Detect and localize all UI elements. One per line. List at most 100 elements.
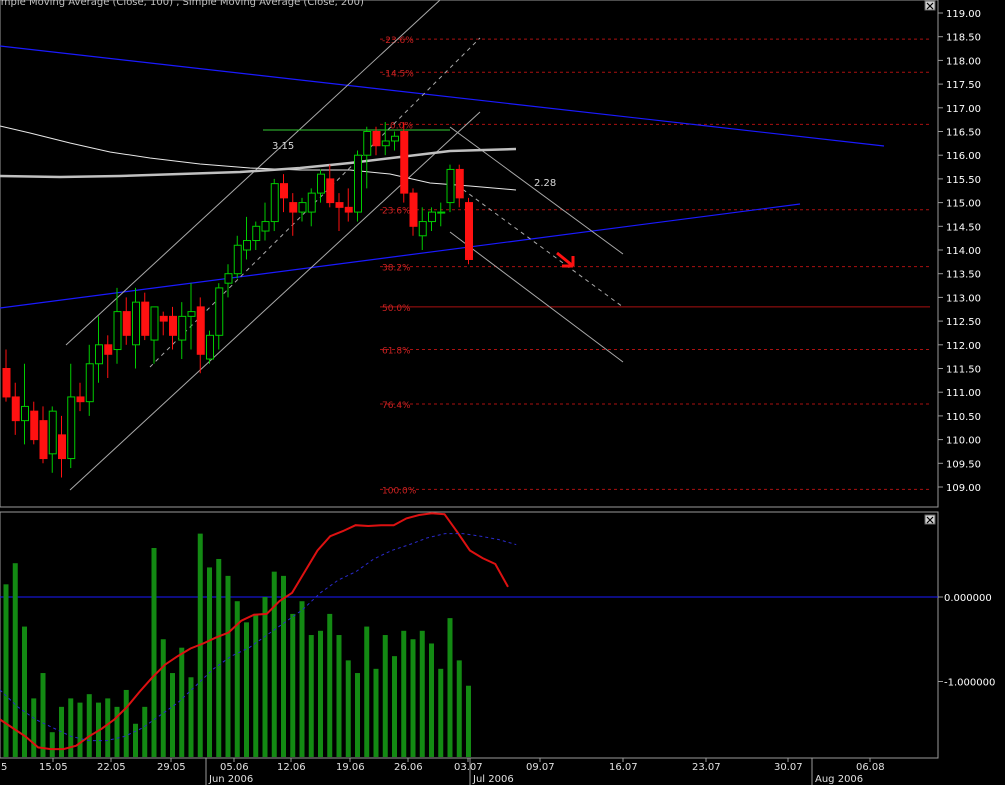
time-axis-label: 03.07 bbox=[454, 762, 483, 773]
candle bbox=[354, 150, 362, 222]
histogram-bar bbox=[336, 635, 342, 757]
price-axis-label: 116.00 bbox=[946, 151, 981, 162]
price-axis-label: 119.00 bbox=[946, 9, 981, 20]
histogram-bar bbox=[31, 698, 37, 757]
candle-body bbox=[418, 221, 427, 237]
fib-level-label: 76.4% bbox=[382, 401, 411, 411]
indicator-axis-label: 0.000000 bbox=[944, 593, 992, 604]
price-axis-label: 113.00 bbox=[946, 293, 981, 304]
price-panel-close-button[interactable] bbox=[924, 0, 936, 11]
price-axis-label: 110.50 bbox=[946, 412, 981, 423]
candle-body bbox=[122, 311, 131, 336]
histogram-bar bbox=[170, 673, 175, 757]
candle-body bbox=[206, 334, 214, 360]
candle-body bbox=[159, 315, 168, 322]
candle-body bbox=[58, 434, 66, 460]
candle-body bbox=[169, 315, 177, 336]
histogram-bar bbox=[244, 622, 249, 757]
stock-chart: imple Moving Average (Close, 100) , Simp… bbox=[0, 0, 1005, 785]
histogram-bar bbox=[456, 660, 462, 757]
time-axis-label: 15.05 bbox=[39, 762, 68, 773]
candle-body bbox=[76, 396, 85, 403]
candle-body bbox=[21, 405, 29, 422]
price-axis-label: 115.50 bbox=[946, 175, 981, 186]
month-label: Aug 2006 bbox=[815, 774, 863, 785]
price-axis-label: 109.00 bbox=[946, 483, 981, 494]
candle-body bbox=[409, 192, 418, 227]
time-axis-label: 23.07 bbox=[692, 762, 721, 773]
histogram-bar bbox=[345, 660, 351, 757]
time-axis-label: 29.05 bbox=[157, 762, 186, 773]
candle-body bbox=[400, 131, 409, 194]
histogram-bar bbox=[290, 613, 296, 757]
candle-body bbox=[298, 202, 307, 213]
candle-body bbox=[39, 420, 48, 460]
fib-level-label: -23.6% bbox=[382, 36, 414, 46]
candle-body bbox=[354, 154, 362, 213]
time-axis-label: 16.07 bbox=[609, 762, 638, 773]
candle-body bbox=[344, 206, 353, 213]
time-axis-label: 26.06 bbox=[394, 762, 423, 773]
candle-body bbox=[455, 168, 464, 199]
candle-body bbox=[30, 410, 39, 441]
fib-level-label: 100.0% bbox=[382, 486, 417, 496]
candle-body bbox=[391, 135, 399, 142]
candle-body bbox=[307, 192, 316, 213]
candle-body bbox=[252, 225, 261, 242]
candle-body bbox=[363, 131, 372, 156]
price-axis-label: 109.50 bbox=[946, 459, 981, 470]
histogram-bar bbox=[123, 689, 129, 757]
candle-body bbox=[150, 306, 159, 341]
time-axis-label: 12.06 bbox=[277, 762, 306, 773]
time-axis-label: 09.07 bbox=[526, 762, 555, 773]
fib-level-label: 50.0% bbox=[382, 304, 411, 314]
time-axis-label: 5 bbox=[1, 762, 7, 773]
candle-body bbox=[67, 396, 76, 460]
price-axis-label: 114.50 bbox=[946, 222, 981, 233]
candle-body bbox=[317, 173, 325, 194]
candle-body bbox=[326, 178, 335, 204]
candle-body bbox=[196, 306, 205, 355]
histogram-bar bbox=[373, 668, 379, 757]
candle-body bbox=[270, 183, 279, 223]
price-axis-label: 113.50 bbox=[946, 270, 981, 281]
histogram-bar bbox=[179, 647, 185, 757]
candle bbox=[400, 122, 409, 203]
range-annotation-right: 2.28 bbox=[534, 178, 556, 189]
candle-body bbox=[85, 363, 94, 403]
price-axis-label: 111.50 bbox=[946, 365, 981, 376]
candle-body bbox=[215, 287, 224, 336]
histogram-bar bbox=[327, 613, 333, 757]
histogram-bar bbox=[364, 626, 370, 757]
candle-body bbox=[289, 202, 298, 213]
candle-body bbox=[187, 311, 196, 317]
histogram-bar bbox=[133, 723, 138, 757]
histogram-bar bbox=[410, 639, 416, 757]
candle-body bbox=[372, 131, 381, 147]
price-axis-label: 112.00 bbox=[946, 341, 981, 352]
range-annotation-left: 3.15 bbox=[272, 141, 294, 152]
time-axis-label: 22.05 bbox=[97, 762, 126, 773]
chart-background bbox=[0, 0, 1005, 785]
fib-level-label: 23.6% bbox=[382, 207, 411, 217]
histogram-bar bbox=[299, 601, 305, 757]
histogram-bar bbox=[466, 685, 471, 757]
candle-body bbox=[104, 344, 113, 355]
month-label: Jun 2006 bbox=[208, 774, 253, 785]
histogram-bar bbox=[419, 630, 425, 757]
histogram-bar bbox=[392, 656, 397, 757]
indicator-panel-close-button[interactable] bbox=[924, 514, 936, 525]
candle-body bbox=[465, 202, 473, 260]
month-label: Jul 2006 bbox=[472, 774, 514, 785]
price-axis-label: 118.50 bbox=[946, 33, 981, 44]
time-axis-label: 05.06 bbox=[220, 762, 249, 773]
histogram-bar bbox=[105, 698, 111, 757]
histogram-bar bbox=[160, 639, 166, 757]
indicator-axis-label: -1.000000 bbox=[944, 678, 995, 689]
candle-body bbox=[437, 211, 446, 214]
histogram-bar bbox=[253, 613, 259, 757]
candle bbox=[465, 197, 473, 265]
histogram-bar bbox=[281, 575, 286, 757]
candle-body bbox=[233, 244, 242, 275]
price-axis-label: 117.00 bbox=[946, 104, 981, 115]
